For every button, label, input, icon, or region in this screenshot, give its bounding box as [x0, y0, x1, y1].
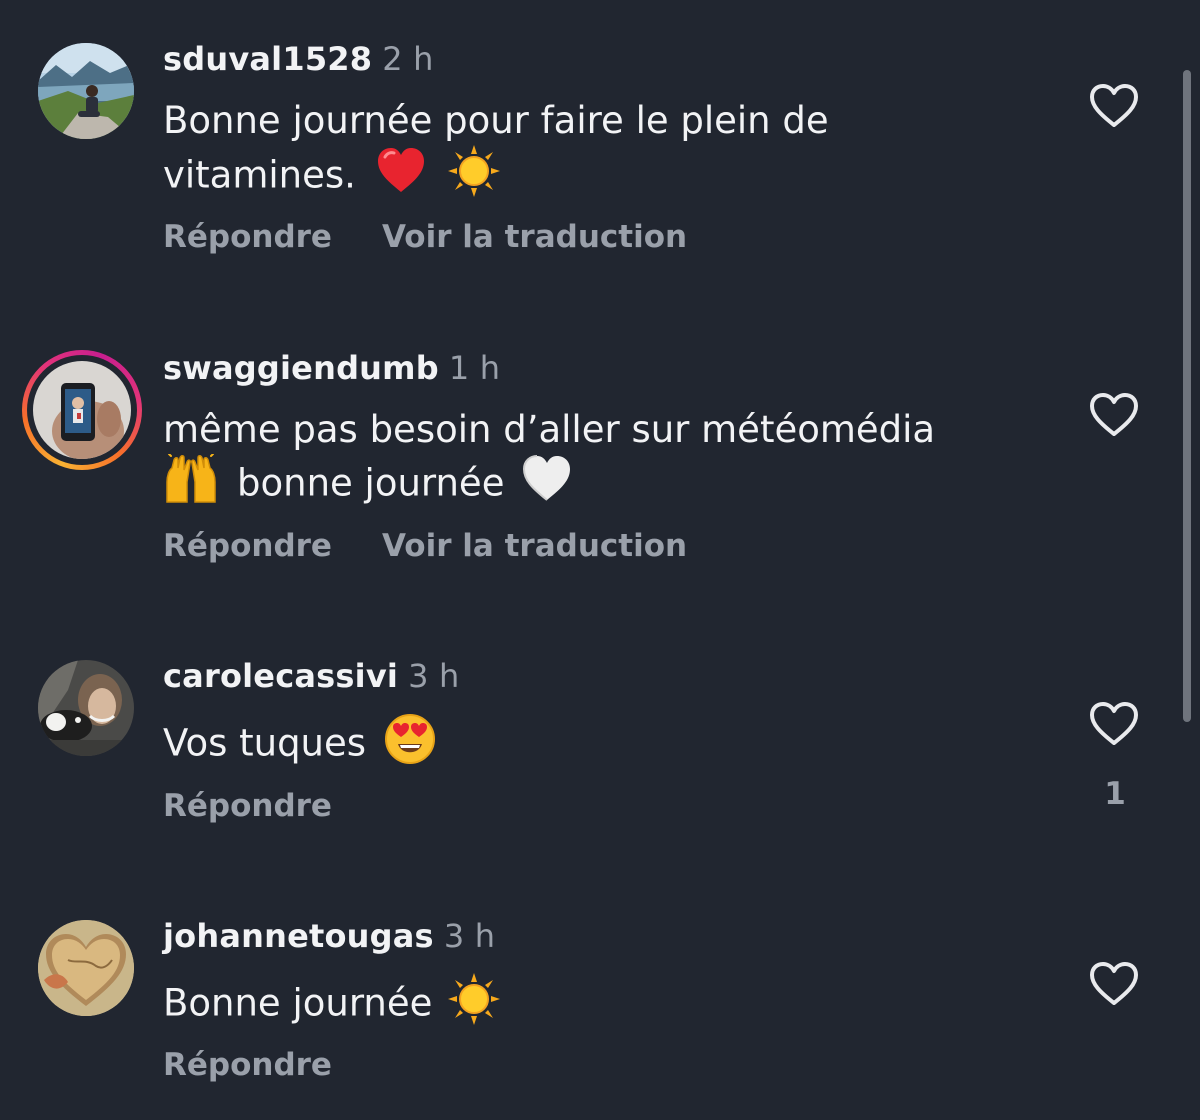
comment-text-line: Bonne journée [163, 981, 433, 1025]
username[interactable]: sduval1528 [163, 40, 372, 78]
comment-header: swaggiendumb 1 h [163, 349, 500, 387]
comment-text-line: bonne journée [237, 461, 505, 505]
username[interactable]: carolecassivi [163, 657, 398, 695]
like-button[interactable] [1088, 391, 1140, 439]
story-ring-avatar[interactable] [22, 350, 142, 470]
timestamp: 3 h [443, 917, 496, 955]
like-button[interactable] [1088, 700, 1140, 748]
like-button[interactable] [1088, 82, 1140, 130]
comment-text: Vos tuques [163, 713, 1043, 777]
heart-eyes-face-emoji-icon [384, 713, 436, 777]
comment-text: Bonne journée pour faire le plein de vit… [163, 96, 1043, 209]
comment-header: carolecassivi 3 h [163, 657, 459, 695]
avatar[interactable] [38, 660, 134, 756]
comment-text-line: Vos tuques [163, 721, 367, 765]
comment-actions: Répondre Voir la traduction [163, 528, 737, 564]
like-button[interactable] [1088, 960, 1140, 1008]
timestamp: 3 h [408, 657, 460, 695]
comment-header: johannetougas 3 h [163, 917, 495, 955]
reply-button[interactable]: Répondre [163, 219, 332, 255]
reply-button[interactable]: Répondre [163, 528, 332, 564]
see-translation-button[interactable]: Voir la traduction [382, 219, 687, 255]
comment-text-line-wrap: vitamines. [163, 145, 1043, 209]
comment-text-line-wrap: bonne journée [163, 453, 1043, 516]
avatar [33, 361, 131, 459]
sun-emoji-icon [447, 145, 500, 209]
username[interactable]: swaggiendumb [163, 349, 439, 387]
heart-outline-icon [1090, 962, 1138, 1005]
heart-outline-icon [1090, 702, 1138, 745]
white-heart-emoji-icon [522, 455, 572, 515]
sun-emoji-icon [448, 973, 501, 1037]
timestamp: 1 h [448, 349, 501, 387]
heart-outline-icon [1090, 393, 1138, 436]
comment-text-line: Bonne journée pour faire le plein de [163, 99, 829, 142]
comment-text-line-wrap: Bonne journée [163, 973, 1043, 1037]
comments-screen: sduval1528 2 h Bonne journée pour faire l… [0, 0, 1200, 1120]
comment-text: même pas besoin d’aller sur météomédia b… [163, 405, 1043, 516]
heart-outline-icon [1090, 84, 1138, 127]
timestamp: 2 h [382, 40, 434, 78]
comment-header: sduval1528 2 h [163, 40, 434, 78]
scrollbar[interactable] [1183, 70, 1191, 722]
comment-text-line-wrap: Vos tuques [163, 713, 1043, 777]
comment-text-line: vitamines. [163, 153, 356, 197]
username[interactable]: johannetougas [163, 917, 434, 955]
comment-text: Bonne journée [163, 973, 1043, 1037]
comment-actions: Répondre Voir la traduction [163, 219, 737, 255]
red-heart-emoji-icon [376, 147, 426, 207]
avatar[interactable] [38, 43, 134, 139]
reply-button[interactable]: Répondre [163, 788, 332, 824]
comment-actions: Répondre [163, 788, 382, 824]
reply-button[interactable]: Répondre [163, 1047, 332, 1083]
like-count[interactable]: 1 [1098, 776, 1132, 812]
see-translation-button[interactable]: Voir la traduction [382, 528, 687, 564]
comment-text-line: même pas besoin d’aller sur météomédia [163, 408, 936, 451]
comment-actions: Répondre [163, 1047, 382, 1083]
raising-hands-emoji-icon [163, 453, 219, 516]
avatar[interactable] [38, 920, 134, 1016]
